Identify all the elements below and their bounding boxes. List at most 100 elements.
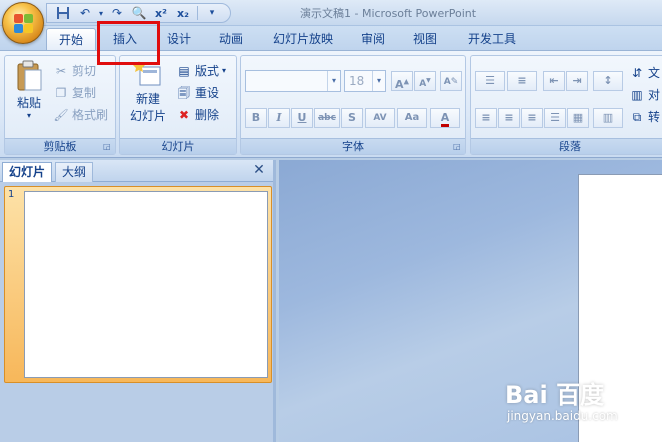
office-button[interactable]: [2, 2, 44, 44]
delete-icon: ✖: [178, 107, 190, 122]
paste-dropdown-icon: ▾: [26, 111, 31, 120]
tab-design[interactable]: 设计: [154, 28, 204, 50]
paste-button[interactable]: 粘贴 ▾: [11, 60, 47, 120]
undo-dropdown-icon[interactable]: ▾: [97, 4, 105, 22]
print-preview-icon[interactable]: 🔍: [129, 4, 149, 22]
window-title: 演示文稿1 - Microsoft PowerPoint: [300, 7, 477, 20]
tab-view[interactable]: 视图: [402, 28, 448, 50]
font-name-combo[interactable]: ▾: [245, 70, 341, 92]
tab-animation[interactable]: 动画: [206, 28, 256, 50]
quick-access-toolbar: ↶ ▾ ↷ 🔍 x² x₂ ▾: [46, 3, 231, 23]
increase-indent-button[interactable]: ⇥: [566, 71, 588, 91]
brush-icon: 🖌: [53, 107, 69, 122]
align-right-button[interactable]: ≡: [521, 108, 543, 128]
layout-button[interactable]: ▤ 版式 ▾: [176, 62, 226, 79]
clipboard-group-label: 剪贴板: [5, 138, 115, 154]
slides-pane-body: 1: [0, 182, 273, 442]
paste-icon: [17, 60, 42, 91]
scissors-icon: ✂: [55, 63, 67, 78]
shadow-button[interactable]: S: [341, 108, 363, 128]
reset-icon: 🗐: [178, 85, 190, 100]
new-slide-button[interactable]: 新建 幻灯片: [124, 60, 172, 124]
customize-qat-icon[interactable]: ▾: [202, 4, 222, 22]
font-launcher-icon[interactable]: ◲: [453, 142, 463, 152]
format-painter-button[interactable]: 🖌 格式刷: [53, 106, 108, 123]
font-color-icon: A: [440, 111, 450, 127]
text-direction-button[interactable]: ⇵ 文: [629, 64, 660, 81]
align-text-label: 对: [648, 88, 661, 102]
justify-button[interactable]: ☰: [544, 108, 566, 128]
justify-icon: ☰: [550, 111, 560, 124]
align-center-button[interactable]: ≡: [498, 108, 520, 128]
align-text-button[interactable]: ▥ 对: [629, 86, 660, 103]
tab-slideshow[interactable]: 幻灯片放映: [262, 28, 344, 50]
slide-thumbnail-selected[interactable]: 1: [4, 186, 272, 383]
tab-developer[interactable]: 开发工具: [456, 28, 528, 50]
line-spacing-button[interactable]: ↕: [593, 71, 623, 91]
italic-button[interactable]: I: [268, 108, 290, 128]
slide-number: 1: [8, 189, 15, 200]
new-slide-label-1: 新建: [135, 92, 160, 106]
font-group-label: 字体: [241, 138, 465, 154]
tab-review[interactable]: 审阅: [350, 28, 396, 50]
distributed-button[interactable]: ▦: [567, 108, 589, 128]
convert-smartart-button[interactable]: ⧉ 转: [629, 108, 660, 125]
font-name-dropdown-icon: ▾: [327, 71, 340, 91]
copy-label: 复制: [72, 86, 97, 100]
numbering-icon: ≡: [517, 74, 527, 87]
paragraph-group-label: 段落: [471, 138, 662, 154]
save-icon[interactable]: [53, 4, 73, 22]
line-spacing-icon: ↕: [603, 74, 613, 87]
clear-format-button[interactable]: A✎: [440, 71, 462, 91]
delete-label: 删除: [195, 108, 220, 122]
reset-label: 重设: [195, 86, 220, 100]
tab-slides[interactable]: 幻灯片: [2, 162, 53, 182]
format-painter-label: 格式刷: [72, 108, 109, 122]
copy-button[interactable]: ❐ 复制: [53, 84, 96, 101]
layout-icon: ▤: [178, 63, 190, 78]
new-slide-label-2: 幻灯片: [129, 109, 166, 123]
grow-font-icon: A▲: [395, 77, 409, 91]
superscript-icon[interactable]: x²: [151, 4, 171, 22]
align-right-icon: ≡: [527, 111, 537, 124]
clipboard-launcher-icon[interactable]: ◲: [103, 142, 113, 152]
cut-label: 剪切: [72, 64, 97, 78]
change-case-button[interactable]: Aa: [397, 108, 427, 128]
bullets-button[interactable]: ☰: [475, 71, 505, 91]
font-group: ▾ 18 ▾ A▲ A▼ A✎ B I U abc S AV Aa A 字体 ◲: [240, 55, 466, 155]
font-size-combo[interactable]: 18 ▾: [344, 70, 386, 92]
close-icon[interactable]: ✕: [251, 162, 267, 178]
slides-pane: 幻灯片 大纲 ✕ 1: [0, 160, 276, 442]
font-size-dropdown-icon: ▾: [372, 71, 385, 91]
redo-icon[interactable]: ↷: [107, 4, 127, 22]
strikethrough-button[interactable]: abc: [314, 108, 340, 128]
align-left-button[interactable]: ≡: [475, 108, 497, 128]
text-direction-icon: ⇵: [631, 65, 643, 80]
convert-label: 转: [648, 110, 661, 124]
text-direction-label: 文: [648, 66, 661, 80]
underline-button[interactable]: U: [291, 108, 313, 128]
cut-button[interactable]: ✂ 剪切: [53, 62, 96, 79]
office-logo-icon: [14, 14, 34, 34]
delete-button[interactable]: ✖ 删除: [176, 106, 219, 123]
undo-icon[interactable]: ↶: [75, 4, 95, 22]
columns-button[interactable]: ▥: [593, 108, 623, 128]
shrink-font-button[interactable]: A▼: [414, 71, 436, 91]
grow-font-button[interactable]: A▲: [391, 71, 413, 91]
baidu-logo: Bai 百度: [505, 381, 605, 409]
decrease-indent-icon: ⇤: [549, 74, 559, 87]
decrease-indent-button[interactable]: ⇤: [543, 71, 565, 91]
tab-home[interactable]: 开始: [46, 28, 96, 50]
tab-outline[interactable]: 大纲: [55, 162, 94, 182]
font-color-button[interactable]: A: [430, 108, 460, 128]
ribbon: 粘贴 ▾ ✂ 剪切 ❐ 复制 🖌 格式刷 剪贴板 ◲ 新建 幻灯片 ▤ 版式 ▾ 🗐 重设 …: [0, 50, 662, 158]
columns-icon: ▥: [602, 111, 614, 124]
qat-separator: [197, 6, 198, 20]
reset-button[interactable]: 🗐 重设: [176, 84, 219, 101]
bold-button[interactable]: B: [245, 108, 267, 128]
subscript-icon[interactable]: x₂: [173, 4, 193, 22]
increase-indent-icon: ⇥: [572, 74, 582, 87]
slides-group: 新建 幻灯片 ▤ 版式 ▾ 🗐 重设 ✖ 删除 幻灯片: [119, 55, 237, 155]
char-spacing-button[interactable]: AV: [365, 108, 395, 128]
numbering-button[interactable]: ≡: [507, 71, 537, 91]
